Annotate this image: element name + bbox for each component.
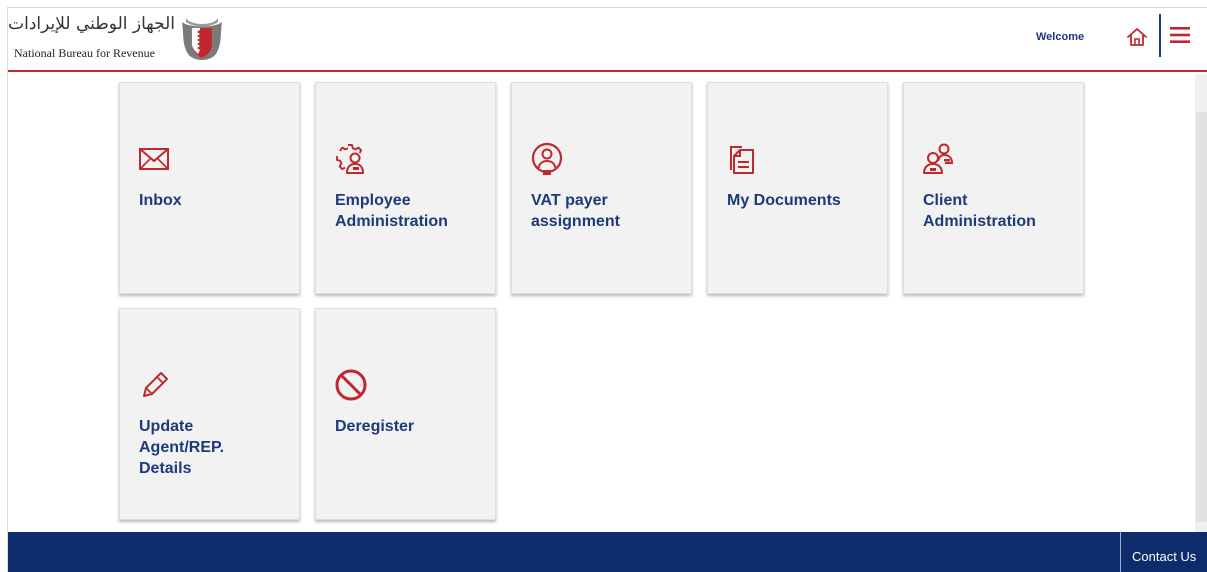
tile-label: VAT payer assignment (531, 192, 620, 230)
documents-icon (730, 146, 754, 174)
users-icon (923, 143, 954, 174)
prohibited-icon (335, 369, 367, 401)
envelope-icon (139, 148, 169, 170)
tile-label: Inbox (139, 192, 182, 209)
home-icon (1127, 28, 1147, 46)
logo-arabic-text: الجهاز الوطني للإيرادات (8, 14, 175, 34)
national-bureau-logo[interactable]: الجهاز الوطني للإيرادات National Bureau … (8, 12, 228, 68)
tile-vat-payer-assignment[interactable]: VAT payer assignment (511, 82, 692, 294)
tile-client-administration[interactable]: Client Administration (903, 82, 1084, 294)
footer-divider (1120, 532, 1121, 572)
tile-employee-administration[interactable]: Employee Administration (315, 82, 496, 294)
bahrain-emblem-icon (182, 18, 222, 60)
tile-label: Client Administration (923, 192, 1036, 230)
header-divider (1159, 14, 1161, 57)
footer-bar: Contact Us (8, 532, 1207, 572)
contact-us-link[interactable]: Contact Us (1132, 549, 1196, 564)
welcome-text: Welcome (1036, 31, 1085, 43)
pencil-icon (143, 372, 168, 397)
assigned-user-icon (531, 142, 563, 175)
tile-label: Deregister (335, 418, 415, 435)
gear-user-icon (336, 144, 364, 174)
tile-inbox[interactable]: Inbox (119, 82, 300, 294)
scrollbar-thumb[interactable] (1196, 112, 1207, 522)
hamburger-menu-icon (1170, 27, 1190, 43)
home-button[interactable] (1125, 25, 1149, 49)
tile-label: Update Agent/REP. Details (139, 418, 225, 477)
vertical-scrollbar[interactable] (1195, 74, 1207, 532)
logo-english-text: National Bureau for Revenue (14, 46, 155, 60)
tile-my-documents[interactable]: My Documents (707, 82, 888, 294)
tile-update-agent-rep-details[interactable]: Update Agent/REP. Details (119, 308, 300, 520)
tile-label: Employee Administration (335, 192, 448, 230)
tile-label: My Documents (727, 192, 841, 209)
tile-deregister[interactable]: Deregister (315, 308, 496, 520)
app-window: الجهاز الوطني للإيرادات National Bureau … (7, 7, 1207, 572)
hamburger-menu-button[interactable] (1169, 25, 1191, 45)
top-header: الجهاز الوطني للإيرادات National Bureau … (8, 8, 1207, 72)
